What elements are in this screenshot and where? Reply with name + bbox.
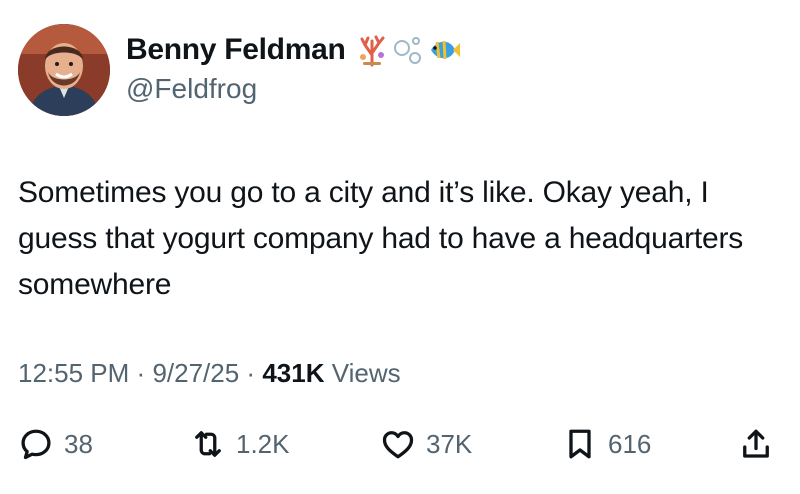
tweet-header: Benny Feldman @Feldfrog [18,24,778,116]
views-label: Views [331,358,401,388]
share-button[interactable] [738,422,774,466]
repost-icon [195,431,221,457]
coral-icon [360,35,385,67]
heart-icon [382,431,414,459]
avatar[interactable] [18,24,110,116]
bookmark-icon [569,429,591,459]
bubbles-icon [394,37,422,64]
bookmark-count: 616 [608,429,652,459]
like-count: 37K [426,429,473,459]
repost-button[interactable]: 1.2K [190,422,290,466]
like-button[interactable]: 37K [380,422,472,466]
display-name[interactable]: Benny Feldman [126,32,346,68]
action-bar: 38 1.2K 37K 616 [18,422,778,466]
avatar-photo-icon [18,24,110,116]
name-row: Benny Feldman [126,32,461,68]
meta-separator: · [246,358,256,388]
tweet-time[interactable]: 12:55 PM [18,358,129,388]
tropical-fish-icon [431,40,461,60]
name-emojis [355,33,461,67]
bookmark-button[interactable]: 616 [562,422,651,466]
meta-separator: · [136,358,146,388]
views-count: 431K [262,358,325,388]
user-handle[interactable]: @Feldfrog [126,72,257,106]
tweet-meta: 12:55 PM · 9/27/25 · 431K Views [18,356,401,390]
reply-count: 38 [64,429,93,459]
reply-icon [21,429,51,460]
repost-count: 1.2K [236,429,290,459]
reply-button[interactable]: 38 [18,422,93,466]
tweet-text: Sometimes you go to a city and it’s like… [18,176,744,301]
tweet-date[interactable]: 9/27/25 [152,358,239,388]
share-icon [743,429,769,458]
